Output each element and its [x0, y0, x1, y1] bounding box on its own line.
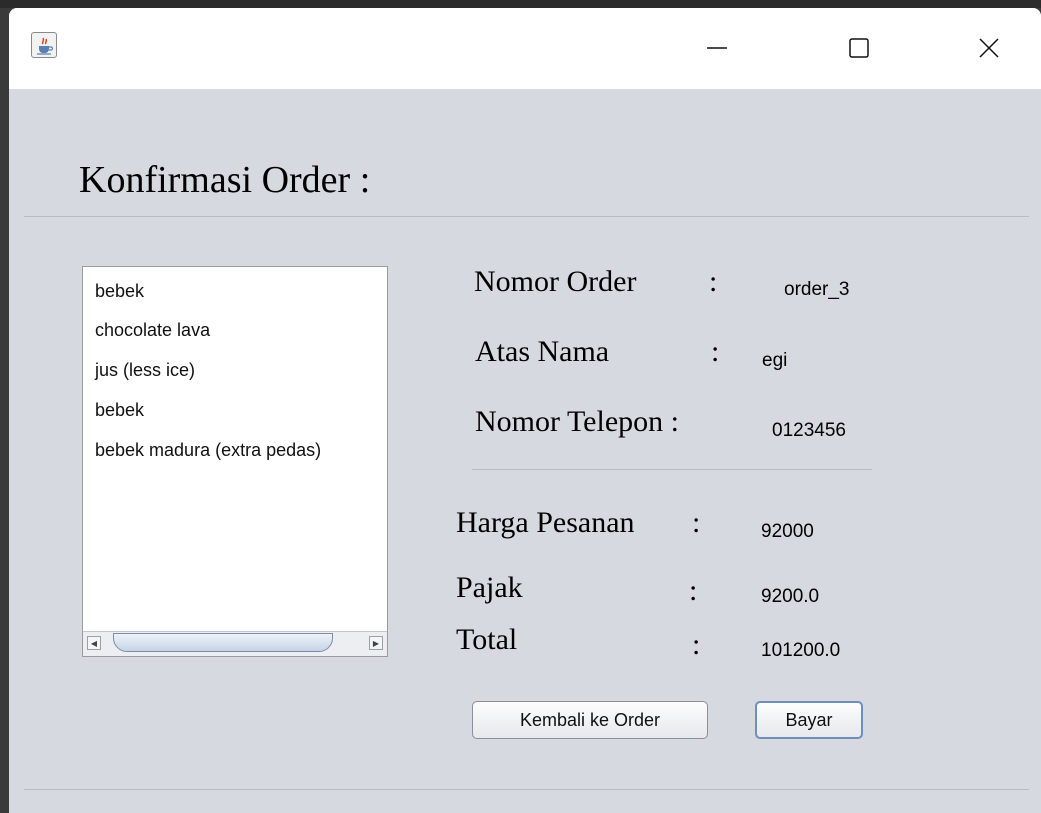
pay-button[interactable]: Bayar [755, 701, 863, 739]
back-to-order-button[interactable]: Kembali ke Order [472, 701, 708, 739]
tax-value: 9200.0 [761, 586, 820, 607]
tax-colon: : [689, 574, 698, 607]
list-item[interactable]: jus (less ice) [95, 360, 195, 380]
order-items-list[interactable]: bebek chocolate lava jus (less ice) bebe… [82, 266, 388, 657]
order-number-colon: : [709, 265, 718, 298]
order-number-label: Nomor Order [474, 265, 637, 298]
list-item[interactable]: bebek madura (extra pedas) [95, 440, 321, 460]
screen-top-edge [0, 0, 1041, 8]
minimize-button[interactable] [687, 26, 747, 70]
java-cup-icon[interactable] [31, 32, 57, 58]
header-divider [24, 216, 1029, 217]
order-number-value: order_3 [784, 279, 850, 300]
tax-label: Pajak [456, 571, 523, 604]
subtotal-value: 92000 [761, 521, 814, 542]
name-colon: : [711, 335, 720, 368]
total-colon: : [692, 628, 701, 661]
maximize-button[interactable] [829, 26, 889, 70]
title-bar[interactable] [9, 8, 1041, 89]
scrollbar-thumb[interactable] [113, 633, 333, 652]
phone-label: Nomor Telepon : [475, 405, 679, 438]
total-value: 101200.0 [761, 640, 841, 661]
close-button[interactable] [959, 26, 1019, 70]
name-label: Atas Nama [475, 335, 610, 368]
close-icon [979, 38, 999, 58]
name-value: egi [762, 350, 788, 371]
footer-divider [24, 789, 1029, 790]
app-window: Konfirmasi Order : bebek chocolate lava … [9, 8, 1041, 813]
phone-value: 0123456 [772, 420, 846, 441]
list-item[interactable]: bebek [95, 400, 144, 420]
list-item[interactable]: chocolate lava [95, 320, 210, 340]
info-divider [472, 469, 872, 470]
maximize-icon [849, 38, 869, 58]
scroll-left-arrow-icon[interactable]: ◀ [87, 636, 101, 650]
list-item[interactable]: bebek [95, 281, 144, 301]
minimize-icon [707, 47, 727, 49]
subtotal-colon: : [692, 506, 701, 539]
horizontal-scrollbar[interactable]: ◀ ▶ [83, 631, 387, 656]
subtotal-label: Harga Pesanan [456, 506, 635, 539]
scroll-right-arrow-icon[interactable]: ▶ [369, 636, 383, 650]
page-title: Konfirmasi Order : [79, 159, 371, 201]
total-label: Total [456, 623, 518, 656]
